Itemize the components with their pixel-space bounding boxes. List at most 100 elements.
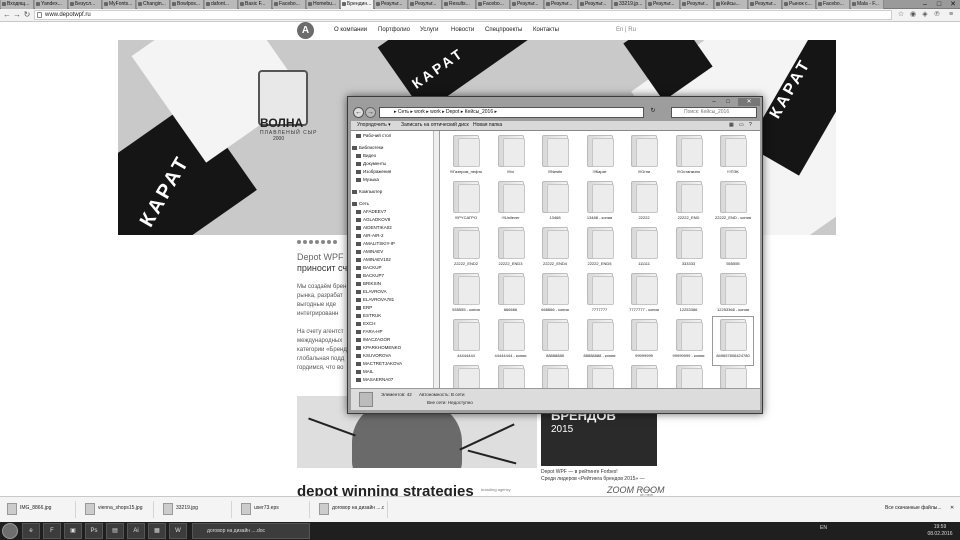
folder-item[interactable]: 22222_END3 [491,225,531,273]
folder-item[interactable]: !!!ivi [491,133,531,181]
slider-dot[interactable] [327,240,331,244]
download-item[interactable]: user73.eps [238,501,310,518]
nav-portfolio[interactable]: Портфолио [378,27,410,33]
browser-tab[interactable]: Mala - F... [851,0,884,9]
folder-item[interactable]: 99999999 [624,317,664,365]
nav-pane-item[interactable]: Библиотеки [352,145,383,150]
folder-item[interactable]: !!!Карат [580,133,620,181]
news-caption[interactable]: Depot WPF — в рейтинге Forbes! Среди лид… [541,469,671,483]
folder-item[interactable]: !!!Газпром_нефть [446,133,486,181]
extension-icon[interactable]: ◉ [908,10,918,20]
browser-tab[interactable]: Результ... [409,0,442,9]
taskbar-app-button[interactable]: ▣ [64,523,82,539]
nav-pane-item[interactable]: MACTRETJAKOVA [356,361,402,366]
extension-icon[interactable]: ◈ [920,10,930,20]
folder-item[interactable]: 666666 - копия [535,271,575,319]
browser-tab[interactable]: Безусл... [69,0,102,9]
nav-pane-item[interactable]: Компьютер [352,189,382,194]
folder-item[interactable]: 88888888 - копия [580,317,620,365]
browser-tab[interactable]: Yandex... [35,0,68,9]
explorer-nav-pane[interactable]: Рабочий стол Библиотеки Видео Документы Изоб… [351,131,439,388]
nav-pane-item[interactable]: ESTRUK [356,313,381,318]
folder-item[interactable]: 555555 - копия [446,271,486,319]
nav-contacts[interactable]: Контакты [533,27,559,33]
folder-item[interactable] [535,363,575,388]
nav-services[interactable]: Услуги [420,27,438,33]
maximize-icon[interactable]: □ [722,98,734,106]
slider-dot[interactable] [333,240,337,244]
folder-item[interactable]: 22222_END [669,179,709,227]
folder-item[interactable]: 111111 [624,225,664,273]
nav-pane-scrollbar[interactable] [433,131,439,388]
folder-item[interactable]: 22222_END - копия [713,179,753,227]
browser-tab[interactable]: Результ... [749,0,782,9]
browser-tab[interactable]: Results... [443,0,476,9]
folder-item[interactable]: 99999999 - копия [669,317,709,365]
star-icon[interactable]: ☆ [896,10,906,20]
browser-tab[interactable]: Facebo... [817,0,850,9]
taskbar-window-button[interactable]: договор на дизайн ....doc [192,523,310,539]
nav-pane-item[interactable]: AIDENTIKA02 [356,225,392,230]
browser-tab[interactable]: dafont... [205,0,238,9]
taskbar-app-button[interactable]: Ps [85,523,103,539]
nav-pane-item[interactable]: IMACZAGOR [356,337,390,342]
taskbar-app-button[interactable]: Ai [127,523,145,539]
help-icon[interactable]: ? [749,122,752,128]
folder-item[interactable]: 22222 [624,179,664,227]
folder-item[interactable]: 7777777 - копия [624,271,664,319]
language-switch[interactable]: En | Ru [616,27,636,33]
browser-tab[interactable]: Bowlpos... [171,0,204,9]
folder-item[interactable]: 12253366 [669,271,709,319]
folder-item[interactable]: !!!PYCAГPO [446,179,486,227]
nav-pane-item[interactable]: ELAVROVA781 [356,297,394,302]
folder-item[interactable]: !!!Nestle [535,133,575,181]
browser-tab[interactable]: Результ... [681,0,714,9]
slider-dots[interactable] [297,240,347,245]
nav-pane-item[interactable]: MASAERNA07 [356,377,393,382]
nav-pane-item[interactable]: KPARKHOMENKO [356,345,401,350]
nav-pane-item[interactable]: AMALITSKIY-IP [356,241,395,246]
folder-item[interactable]: !!!ПЭК [713,133,753,181]
browser-tab[interactable]: Брендин... [341,0,374,9]
nav-special-projects[interactable]: Спецпроекты [485,27,522,33]
browser-tab[interactable]: Результ... [545,0,578,9]
folder-item[interactable]: 88888888 [535,317,575,365]
close-icon[interactable]: ✕ [738,98,760,106]
back-arrow-icon[interactable]: ← [353,107,364,118]
browser-tab[interactable]: Результ... [647,0,680,9]
browser-tab[interactable]: Результ... [511,0,544,9]
organize-button[interactable]: Упорядочить ▾ [357,122,391,128]
nav-pane-item[interactable]: BACKUP7 [356,273,384,278]
browser-tab[interactable]: Кейсы... [715,0,748,9]
menu-icon[interactable]: ≡ [946,10,956,20]
folder-item[interactable] [713,363,753,388]
nav-pane-item[interactable]: Музыка [356,177,379,182]
folder-item[interactable]: 44444444 - копия [491,317,531,365]
folder-item[interactable]: 44444444 [446,317,486,365]
taskbar-app-button[interactable]: ▦ [148,523,166,539]
folder-item[interactable]: 22222_END5 [580,225,620,273]
folder-item[interactable]: 13468 [535,179,575,227]
nav-about[interactable]: О компании [334,27,367,33]
new-folder-button[interactable]: Новая папка [473,122,502,128]
taskbar-app-button[interactable]: e [22,523,40,539]
browser-tab[interactable]: Результ... [375,0,408,9]
folder-item[interactable]: 22222_END4 [535,225,575,273]
browser-tab[interactable]: Homebu... [307,0,340,9]
browser-tab[interactable]: Рынок с... [783,0,816,9]
browser-tab[interactable]: MyFonts... [103,0,136,9]
nav-news[interactable]: Новости [451,27,474,33]
folder-item[interactable]: 22222_END2 [446,225,486,273]
folder-item[interactable] [491,363,531,388]
explorer-search-input[interactable]: Поиск: Кейсы_2016 [671,107,757,118]
nav-pane-item[interactable]: Изображения [356,169,391,174]
browser-tab[interactable]: Результ... [579,0,612,9]
folder-item[interactable]: !!!Останкино [669,133,709,181]
forward-arrow-icon[interactable]: → [12,10,22,20]
folder-item[interactable]: 13488 - копия [580,179,620,227]
nav-pane-item[interactable]: AIR-AIR-2 [356,233,384,238]
download-item[interactable]: IMG_8866.jpg [4,501,76,518]
download-item[interactable]: 33219.jpg [160,501,232,518]
slider-dot[interactable] [303,240,307,244]
taskbar-app-button[interactable]: ▤ [106,523,124,539]
